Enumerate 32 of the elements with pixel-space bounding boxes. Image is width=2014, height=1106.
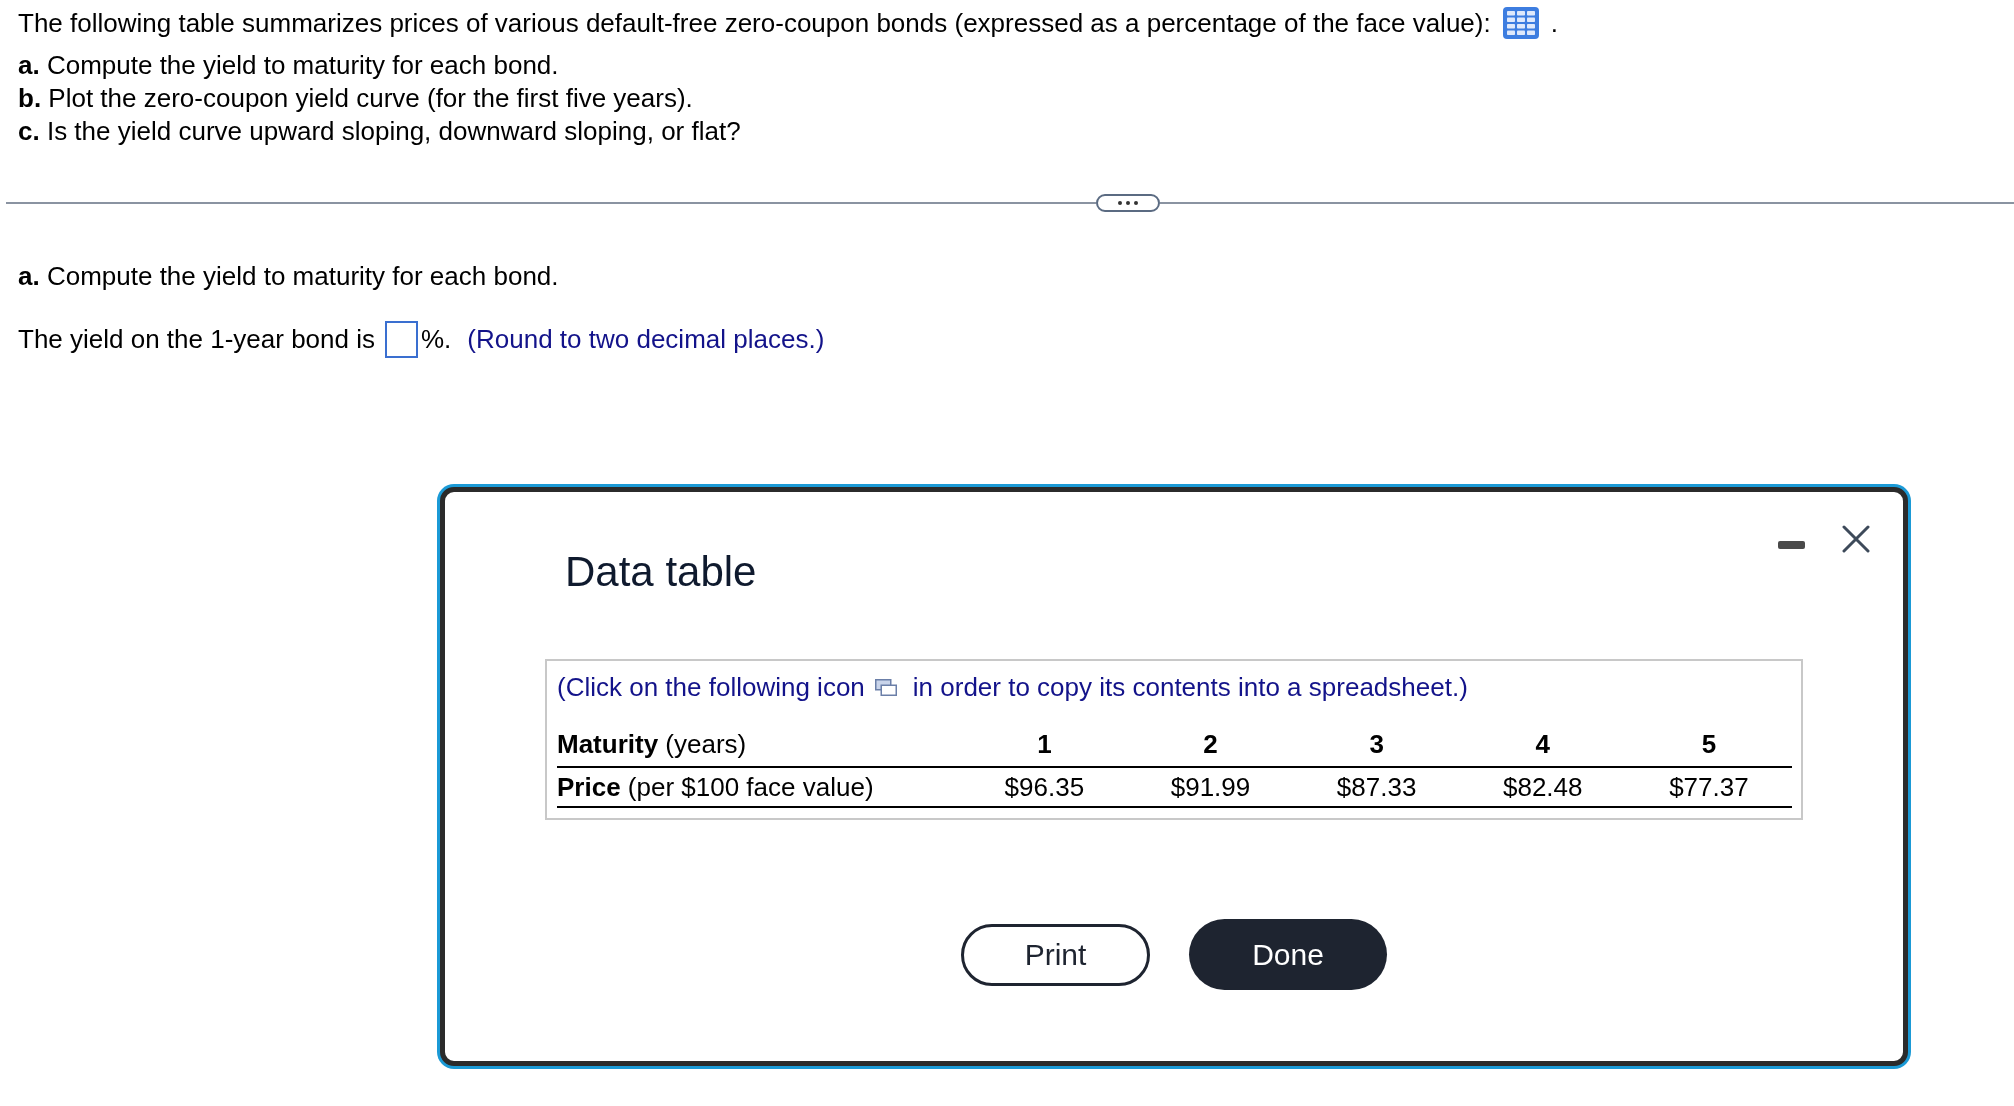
column-heading: 3: [1293, 727, 1460, 767]
unit-text: %.: [421, 323, 452, 355]
question-part: c. Is the yield curve upward sloping, downward sloping, or flat?: [18, 115, 742, 148]
column-heading: 2: [1127, 727, 1294, 767]
more-icon: [1118, 201, 1138, 205]
part-heading: a. Compute the yield to maturity for each bond.: [18, 260, 560, 292]
hint-text: (Round to two decimal places.): [467, 323, 825, 355]
prompt-text: The yield on the 1-year bond is: [18, 323, 375, 355]
punctuation-text: .: [1550, 7, 1558, 39]
dialog-title: Data table: [565, 549, 758, 595]
copy-icon[interactable]: [874, 678, 897, 696]
table-cell: $91.99: [1127, 767, 1294, 807]
column-heading: 4: [1459, 727, 1626, 767]
answer-field[interactable]: [385, 320, 418, 358]
question-text: The following table summarizes prices of various default-free zero-coupon bonds (expressed as a percentage of the face value):: [18, 7, 1491, 39]
table-cell: $77.37: [1625, 767, 1792, 807]
row-label: Maturity (years): [557, 727, 962, 767]
table-cell: $96.35: [961, 767, 1128, 807]
dialog-button[interactable]: Print: [961, 923, 1150, 986]
dialog-button[interactable]: Done: [1189, 919, 1387, 990]
column-heading: 1: [961, 727, 1128, 767]
table-cell: $87.33: [1293, 767, 1460, 807]
close-icon[interactable]: [1842, 525, 1870, 553]
note-text: in order to copy its contents into a spreadsheet.): [912, 673, 1468, 701]
table-icon[interactable]: [1502, 7, 1539, 39]
note-text: (Click on the following icon: [557, 673, 865, 701]
question-part: a. Compute the yield to maturity for each bond.: [18, 49, 560, 82]
question-part: b. Plot the zero-coupon yield curve (for the first five years).: [18, 82, 694, 115]
column-heading: 5: [1625, 727, 1792, 767]
table-cell: $82.48: [1459, 767, 1626, 807]
expand-button[interactable]: [1096, 194, 1160, 212]
row-label: Price (per $100 face value): [557, 767, 962, 807]
